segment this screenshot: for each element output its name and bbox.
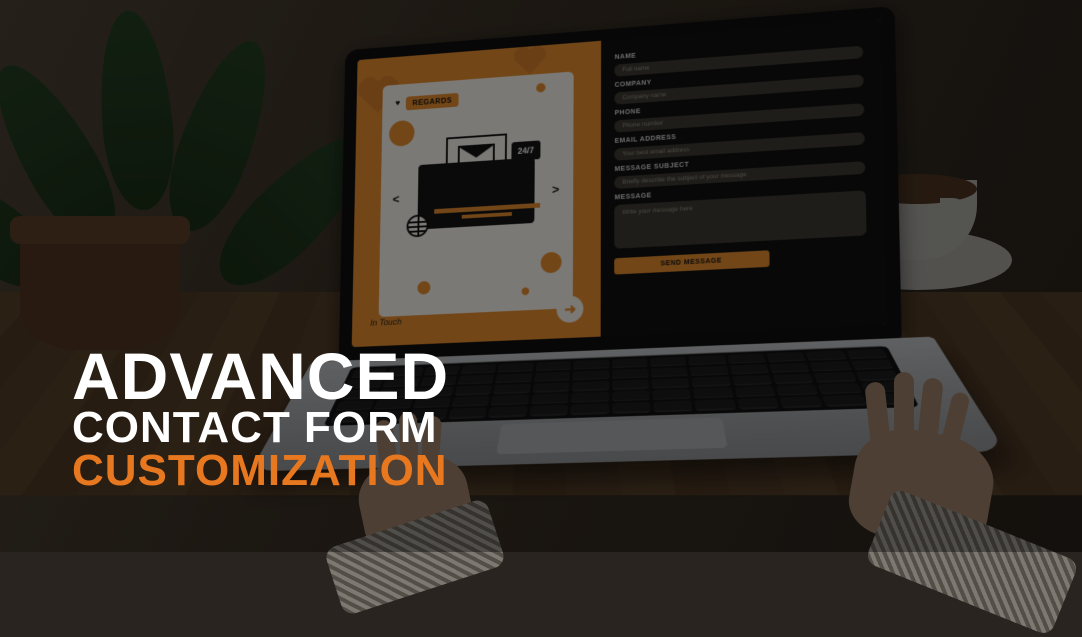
headline: ADVANCED CONTACT FORM CUSTOMIZATION	[72, 343, 449, 494]
promo-scene: REGARDS 24/7 <> In Touch ➜ N	[0, 0, 1082, 552]
headline-line-3: CUSTOMIZATION	[72, 449, 449, 494]
headline-line-2: CONTACT FORM	[72, 406, 449, 451]
headline-line-1: ADVANCED	[72, 343, 449, 410]
